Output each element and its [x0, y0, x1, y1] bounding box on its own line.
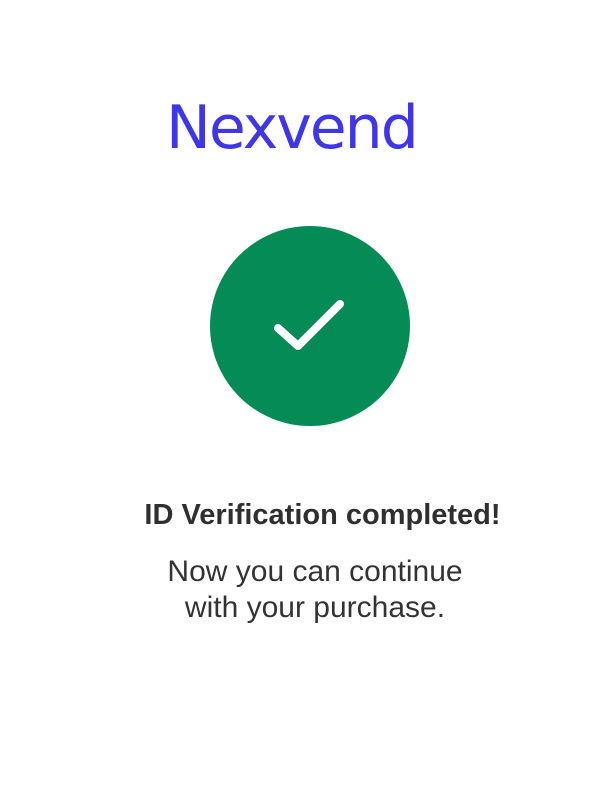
- message-line-2: with your purchase.: [184, 591, 446, 624]
- verification-message: Now you can continue with your purchase.: [0, 554, 600, 626]
- check-icon: [274, 300, 344, 350]
- brand-logo: Nexvend: [166, 93, 419, 163]
- message-line-1: Now you can continue: [167, 555, 463, 588]
- verification-title: ID Verification completed!: [144, 499, 501, 531]
